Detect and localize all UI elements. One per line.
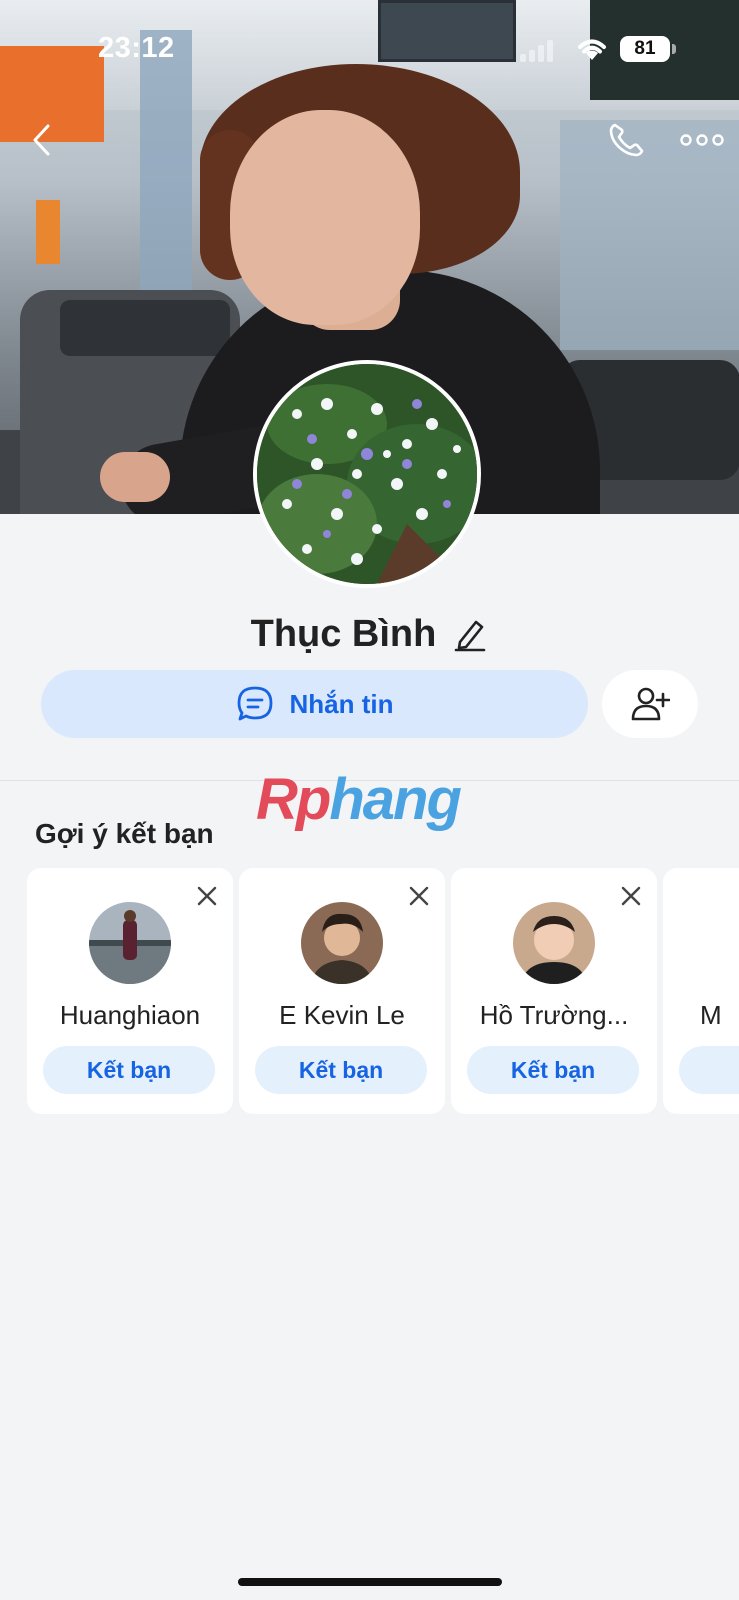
profile-avatar[interactable] — [253, 360, 481, 588]
suggestion-card[interactable]: E Kevin Le Kết bạn — [239, 868, 445, 1114]
close-icon[interactable] — [407, 884, 431, 908]
avatar[interactable] — [89, 902, 171, 984]
suggestion-list[interactable]: Huanghiaon Kết bạn E Kevin Le Kết bạn Hồ… — [27, 868, 739, 1114]
suggestions-title: Gợi ý kết bạn — [35, 818, 214, 849]
avatar[interactable] — [513, 902, 595, 984]
watermark-part-b: hang — [329, 767, 462, 832]
status-bar: 23:12 81 — [0, 0, 739, 100]
send-message-label: Nhắn tin — [289, 688, 394, 719]
suggestion-name[interactable]: M — [663, 1000, 739, 1031]
chat-bubble-icon — [237, 686, 272, 721]
suggestion-card[interactable]: Hồ Trường... Kết bạn — [451, 868, 657, 1114]
profile-name: Thục Bình — [250, 612, 437, 655]
avatar-flower-image — [257, 364, 477, 584]
avatar[interactable] — [301, 902, 383, 984]
back-button[interactable] — [22, 120, 62, 160]
more-options-button[interactable] — [678, 120, 726, 160]
suggestion-name[interactable]: Hồ Trường... — [451, 1000, 657, 1031]
chevron-left-icon — [33, 124, 50, 156]
watermark-logo: Rphang — [256, 768, 486, 832]
call-button[interactable] — [604, 118, 648, 162]
add-friend-button[interactable]: Kết bạn — [43, 1046, 215, 1094]
close-icon[interactable] — [195, 884, 219, 908]
add-friend-button[interactable] — [679, 1046, 739, 1094]
battery-indicator: 81 — [620, 36, 676, 62]
status-time: 23:12 — [98, 32, 175, 64]
user-plus-icon — [631, 687, 670, 721]
watermark-part-a: Rp — [256, 767, 331, 832]
phone-icon — [609, 123, 644, 157]
cover-person-hand — [100, 452, 170, 502]
add-friend-button[interactable] — [602, 670, 698, 738]
cover-orange-banner — [36, 200, 60, 264]
cover-machine-top — [60, 300, 230, 356]
cover-person-face — [230, 110, 420, 325]
add-friend-button[interactable]: Kết bạn — [467, 1046, 639, 1094]
close-icon[interactable] — [619, 884, 643, 908]
suggestion-card[interactable]: Huanghiaon Kết bạn — [27, 868, 233, 1114]
send-message-button[interactable]: Nhắn tin — [41, 670, 588, 738]
wifi-icon — [574, 34, 610, 67]
profile-name-row: Thục Bình — [0, 606, 739, 662]
suggestion-card[interactable]: M — [663, 868, 739, 1114]
cellular-signal-icon — [520, 38, 553, 62]
more-horizontal-icon — [680, 134, 724, 146]
pencil-icon[interactable] — [454, 615, 488, 653]
suggestion-name[interactable]: Huanghiaon — [27, 1000, 233, 1031]
suggestion-name[interactable]: E Kevin Le — [239, 1000, 445, 1031]
home-indicator[interactable] — [238, 1578, 502, 1586]
add-friend-button[interactable]: Kết bạn — [255, 1046, 427, 1094]
